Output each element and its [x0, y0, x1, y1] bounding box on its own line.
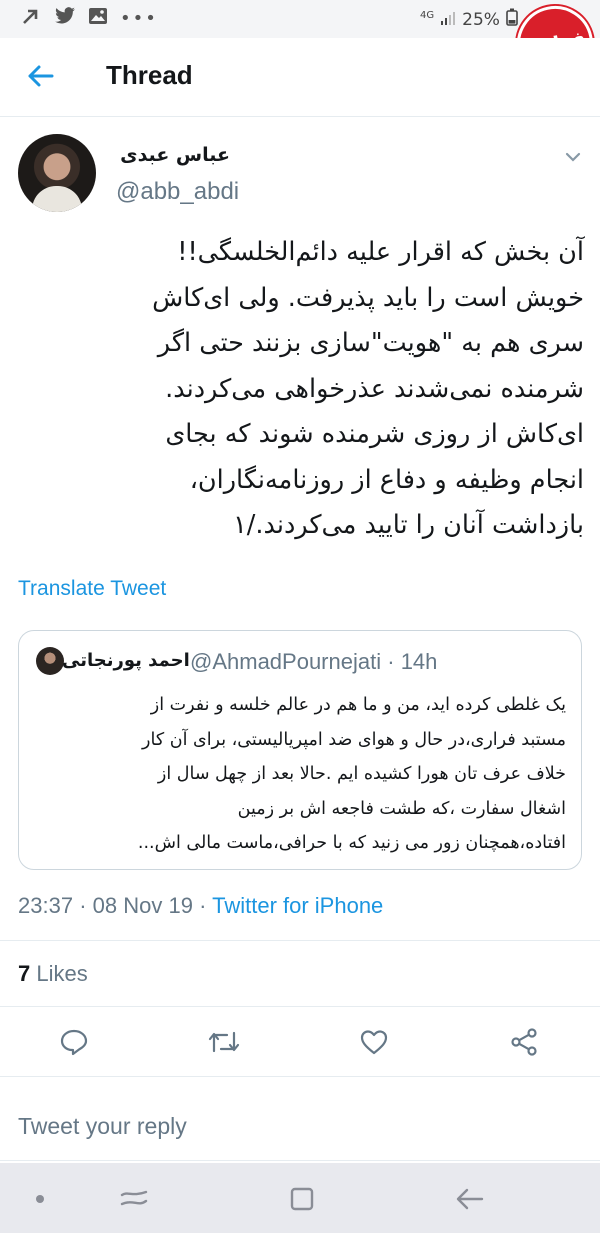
- likes-label: Likes: [36, 961, 88, 986]
- page-title: Thread: [106, 60, 193, 90]
- quoted-tweet-text: یک غلطی کرده اید، من و ما هم در عالم خلس…: [34, 688, 566, 861]
- network-type: 4G: [420, 10, 435, 21]
- quoted-author-meta: @AhmadPournejati · 14h: [190, 649, 437, 675]
- heart-icon: [360, 1030, 388, 1055]
- quoted-author-handle: @AhmadPournejati: [190, 649, 382, 674]
- likes-count[interactable]: 7 Likes: [18, 961, 88, 987]
- quoted-avatar: [36, 647, 64, 675]
- reply-input[interactable]: Tweet your reply: [18, 1113, 187, 1140]
- tweet-date: 08 Nov 19: [92, 893, 193, 918]
- separator-dot: ·: [199, 893, 213, 918]
- system-nav-bar: [0, 1163, 600, 1233]
- like-button[interactable]: [356, 1024, 392, 1060]
- retweet-button[interactable]: [206, 1024, 242, 1060]
- header-divider: [0, 116, 600, 117]
- gallery-icon: [88, 6, 108, 30]
- dot-icon: [36, 1195, 44, 1203]
- chevron-down-icon[interactable]: [562, 146, 584, 168]
- retweet-icon: [208, 1031, 240, 1053]
- battery-percent: 25%: [462, 9, 500, 30]
- tweet-text: آن بخش که اقرار علیه دائم‌الخلسگی!! خویش…: [14, 230, 584, 549]
- tweet-line: بازداشت آنان را تایید می‌کردند./۱: [233, 510, 584, 540]
- share-icon: [511, 1028, 537, 1056]
- nav-dot-button[interactable]: [20, 1181, 60, 1217]
- author-name[interactable]: عباس عبدی: [118, 144, 230, 166]
- back-arrow-icon: [28, 65, 54, 87]
- likes-divider: [0, 1006, 600, 1007]
- battery-icon: [506, 8, 518, 31]
- status-bar: ••• 4G 25%: [0, 0, 600, 38]
- quoted-author-name: احمد پورنجاتی: [62, 650, 190, 671]
- tweet-time: 23:37: [18, 893, 74, 918]
- meta-divider: [0, 940, 600, 941]
- separator-dot: ·: [79, 893, 93, 918]
- signal-icon: [440, 10, 456, 30]
- tweet-line: سری هم به "هویت"سازی بزنند حتی اگر: [157, 328, 584, 358]
- quoted-line: خلاف عرف تان هورا کشیده ایم .حالا بعد از…: [157, 764, 566, 784]
- translate-tweet-link[interactable]: Translate Tweet: [18, 577, 166, 601]
- home-button[interactable]: [282, 1181, 322, 1217]
- arrow-icon: [22, 6, 42, 30]
- reply-button[interactable]: [56, 1024, 92, 1060]
- quoted-line: افتاده،همچنان زور می زنید که با حرافی،ما…: [137, 833, 566, 853]
- share-button[interactable]: [506, 1024, 542, 1060]
- system-back-button[interactable]: [450, 1181, 490, 1217]
- tweet-line: آن بخش که اقرار علیه دائم‌الخلسگی!!: [177, 237, 584, 267]
- avatar-shirt: [32, 186, 82, 212]
- quoted-line: اشغال سفارت ،که طشت فاجعه اش بر زمین: [237, 798, 566, 819]
- recent-apps-icon: [120, 1190, 148, 1206]
- app-bar: Thread: [0, 38, 600, 116]
- tweet-line: شرمنده نمی‌شدند عذرخواهی می‌کردند.: [165, 373, 584, 404]
- status-left-icons: •••: [22, 6, 158, 30]
- twitter-bird-icon: [54, 6, 76, 30]
- separator-dot: ·: [387, 649, 401, 674]
- actions-divider: [0, 1076, 600, 1077]
- quoted-time-ago: 14h: [400, 649, 438, 674]
- likes-number: 7: [18, 961, 31, 986]
- tweet-line: انجام وظیفه و دفاع از روزنامه‌نگاران،: [189, 464, 584, 495]
- action-bar: [0, 1018, 600, 1066]
- tweet-source-link[interactable]: Twitter for iPhone: [212, 893, 383, 918]
- system-back-icon: [456, 1188, 484, 1210]
- home-icon: [290, 1187, 314, 1211]
- more-dots-icon: •••: [120, 7, 158, 29]
- recent-apps-button[interactable]: [114, 1181, 154, 1217]
- tweet-line: ای‌کاش از روزی شرمنده شوند که بجای: [165, 419, 584, 449]
- quoted-line: یک غلطی کرده اید، من و ما هم در عالم خلس…: [150, 695, 566, 715]
- tweet-meta: 23:37 · 08 Nov 19 · Twitter for iPhone: [18, 893, 383, 919]
- status-right: 4G 25%: [420, 8, 518, 31]
- tweet-line: خویش است را باید پذیرفت. ولی ای‌کاش: [152, 282, 584, 313]
- author-handle[interactable]: @abb_abdi: [116, 178, 239, 206]
- reply-divider: [0, 1160, 600, 1161]
- quoted-line: مستبد فراری،در حال و هوای ضد امپریالیستی…: [142, 729, 566, 750]
- avatar[interactable]: [18, 134, 96, 212]
- back-button[interactable]: [22, 58, 58, 94]
- reply-icon: [60, 1029, 88, 1056]
